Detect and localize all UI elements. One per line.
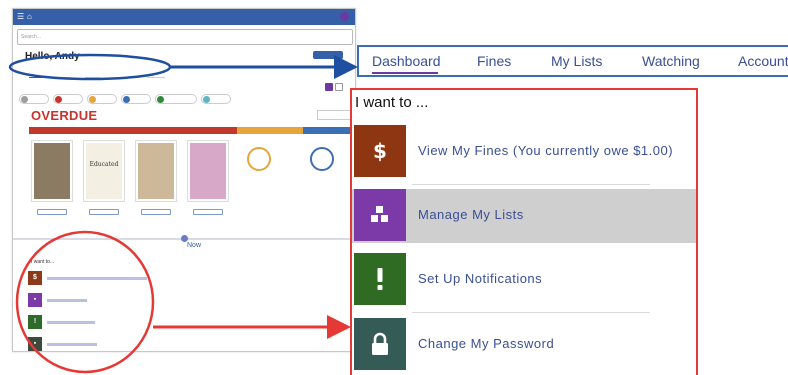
phone-tab-dashboard[interactable]: [29, 72, 47, 78]
tab-fines[interactable]: Fines: [477, 53, 511, 69]
filter-chips: [19, 94, 349, 106]
tab-dashboard[interactable]: Dashboard: [372, 53, 441, 69]
renew-button[interactable]: [141, 209, 171, 215]
action-manage-lists[interactable]: Manage My Lists: [352, 189, 696, 243]
book-cover[interactable]: [31, 140, 73, 202]
action-view-fines[interactable]: $ View My Fines (You currently owe $1.00…: [352, 125, 696, 185]
book-cover[interactable]: [187, 140, 229, 202]
filter-chip[interactable]: [121, 94, 151, 104]
view-toggle: [325, 83, 345, 91]
checkout-bar: [237, 127, 303, 134]
phone-screenshot: ☰ ⌂ Search... Hello, Andy OVERDUE Educat…: [12, 8, 356, 352]
iwant-panel: I want to ... $ View My Fines (You curre…: [350, 88, 698, 375]
action-change-password[interactable]: Change My Password: [352, 318, 696, 372]
phone-top-bar: ☰ ⌂: [13, 9, 355, 25]
phone-action-link[interactable]: [47, 343, 97, 346]
filter-chip[interactable]: [19, 94, 49, 104]
book-cover[interactable]: Educated: [83, 140, 125, 202]
phone-action-link[interactable]: [47, 321, 95, 324]
menu-icon[interactable]: ☰: [17, 12, 24, 22]
grid-view-button[interactable]: [325, 83, 333, 91]
action-label[interactable]: Change My Password: [418, 336, 554, 351]
phone-search-input[interactable]: Search...: [17, 29, 353, 45]
avatar[interactable]: [340, 12, 349, 21]
phone-header-button[interactable]: [313, 51, 343, 59]
iwant-heading: I want to ...: [355, 94, 429, 111]
filter-chip[interactable]: [87, 94, 117, 104]
lock-icon: [354, 318, 406, 370]
greeting: Hello, Andy: [25, 51, 80, 62]
tab-watching[interactable]: Watching: [642, 53, 700, 69]
action-label[interactable]: Manage My Lists: [418, 207, 524, 222]
checkmark-icon: [310, 147, 334, 171]
tab-account[interactable]: Account: [738, 53, 788, 69]
dollar-icon: $: [354, 125, 406, 177]
phone-tab-watching[interactable]: [115, 72, 133, 78]
boxes-icon: [354, 189, 406, 241]
action-label[interactable]: View My Fines (You currently owe $1.00): [418, 143, 673, 158]
filter-chip[interactable]: [201, 94, 231, 104]
exclamation-icon: [354, 253, 406, 305]
items-out-bar: [303, 127, 353, 134]
renew-button[interactable]: [37, 209, 67, 215]
svg-text:$: $: [373, 139, 387, 163]
overdue-heading: OVERDUE: [31, 108, 98, 123]
timeline-now-label: Now: [187, 242, 202, 249]
phone-tab-account[interactable]: [147, 72, 165, 78]
list-view-button[interactable]: [335, 83, 343, 91]
phone-tab-lists[interactable]: [85, 72, 101, 78]
filter-chip[interactable]: [155, 94, 197, 104]
book-title: Educated: [89, 161, 119, 168]
phone-dollar-icon[interactable]: $: [28, 271, 42, 285]
action-label[interactable]: Set Up Notifications: [418, 271, 542, 286]
divider: [412, 312, 650, 313]
timeline-marker[interactable]: [181, 235, 188, 242]
overdue-action-button[interactable]: [317, 110, 351, 120]
nav-tab-bar: Dashboard Fines My Lists Watching Accoun…: [357, 45, 788, 77]
overdue-bar: [29, 127, 237, 134]
phone-tab-fines[interactable]: [59, 72, 71, 78]
filter-chip[interactable]: [53, 94, 83, 104]
phone-action-link[interactable]: [47, 277, 147, 280]
phone-iwant-heading: I want to...: [31, 259, 55, 265]
phone-action-link[interactable]: [47, 299, 87, 302]
divider: [412, 184, 650, 185]
phone-boxes-icon[interactable]: ▪: [28, 293, 42, 307]
tab-my-lists[interactable]: My Lists: [551, 53, 602, 69]
action-notifications[interactable]: Set Up Notifications: [352, 253, 696, 313]
phone-exclamation-icon[interactable]: !: [28, 315, 42, 329]
active-tab-underline: [372, 72, 438, 74]
phone-tabs: [29, 72, 179, 82]
home-icon[interactable]: ⌂: [27, 12, 32, 22]
phone-lock-icon[interactable]: ▪: [28, 337, 42, 351]
renew-button[interactable]: [89, 209, 119, 215]
book-cover[interactable]: [135, 140, 177, 202]
clock-icon: [247, 147, 271, 171]
renew-button[interactable]: [193, 209, 223, 215]
